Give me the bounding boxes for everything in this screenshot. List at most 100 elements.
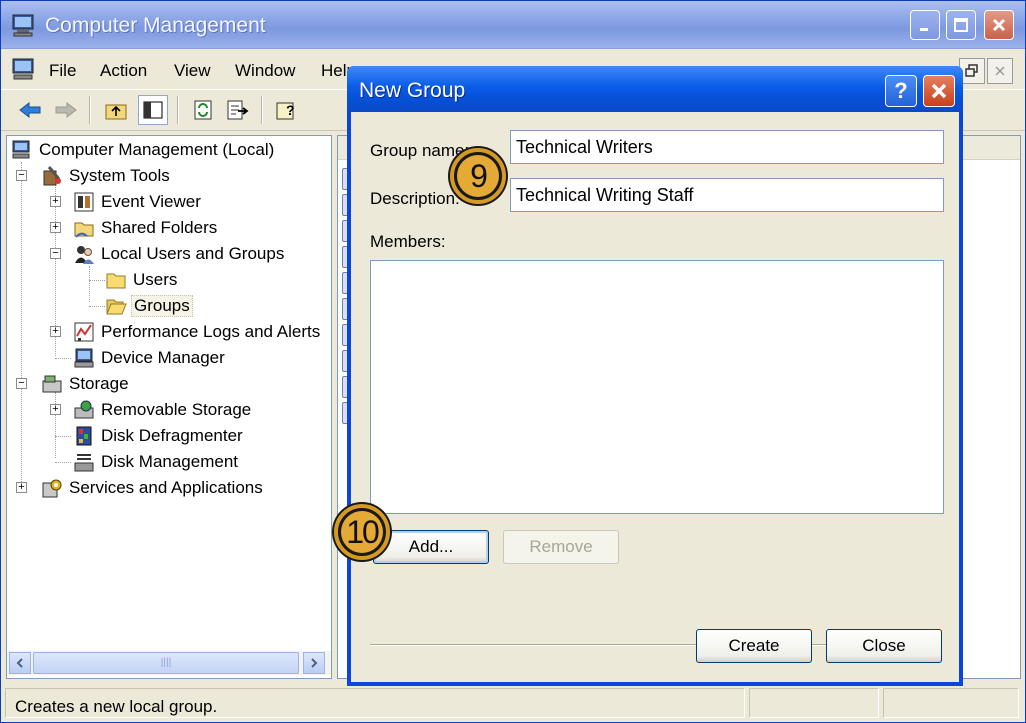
toolbar-separator: [261, 96, 263, 124]
back-button[interactable]: [15, 95, 45, 125]
tree-item-system-tools[interactable]: System Tools: [41, 164, 172, 188]
dialog-body: Group name: Technical Writers Descriptio…: [351, 112, 959, 682]
restore-icon: [965, 64, 978, 77]
toolbar-separator: [177, 96, 179, 124]
menu-window[interactable]: Window: [235, 61, 295, 81]
tree-item-services-applications[interactable]: Services and Applications: [41, 476, 265, 500]
selected-tree-label: Groups: [131, 295, 193, 317]
step-9-callout: 9: [450, 148, 506, 204]
minimize-button[interactable]: [910, 10, 940, 40]
mmc-icon: [11, 57, 37, 86]
new-group-dialog: New Group ? Group name: Technical Writer…: [347, 66, 963, 686]
tree-item-event-viewer[interactable]: Event Viewer: [73, 190, 203, 214]
scroll-left-button[interactable]: [9, 652, 31, 674]
computer-icon: [12, 140, 30, 159]
event-viewer-icon: [74, 192, 94, 212]
folder-icon: [106, 273, 126, 289]
tree-item-device-manager[interactable]: Device Manager: [73, 346, 227, 370]
remove-button[interactable]: Remove: [503, 530, 619, 564]
tree-horizontal-scrollbar[interactable]: ||||: [7, 651, 331, 675]
tree-item-users[interactable]: Users: [105, 268, 179, 292]
tree-item-performance-logs[interactable]: Performance Logs and Alerts: [73, 320, 322, 344]
expand-toggle[interactable]: +: [50, 196, 61, 207]
svg-text:?: ?: [286, 102, 295, 118]
scrollbar-thumb[interactable]: ||||: [33, 652, 299, 674]
group-name-label: Group name:: [370, 141, 470, 160]
tree-item-root[interactable]: Computer Management (Local): [11, 138, 276, 162]
collapse-toggle[interactable]: −: [16, 170, 27, 181]
description-label: Description:: [370, 189, 460, 208]
close-dialog-button[interactable]: Close: [826, 629, 942, 663]
step-10-callout: 10: [334, 504, 390, 560]
services-applications-icon: [42, 479, 62, 498]
scroll-right-button[interactable]: [303, 652, 325, 674]
expand-toggle[interactable]: +: [50, 404, 61, 415]
close-button[interactable]: [984, 10, 1014, 40]
refresh-button[interactable]: [188, 95, 218, 125]
back-arrow-icon: [19, 101, 41, 119]
dialog-help-button[interactable]: ?: [885, 75, 917, 107]
tree-item-storage[interactable]: Storage: [41, 372, 131, 396]
menu-file[interactable]: File: [49, 61, 76, 81]
forward-button[interactable]: [51, 95, 81, 125]
console-tree[interactable]: Computer Management (Local) − System Too…: [6, 135, 332, 679]
title-bar[interactable]: Computer Management: [1, 1, 1025, 49]
chevron-right-icon: [311, 658, 318, 668]
tree-item-removable-storage[interactable]: Removable Storage: [73, 398, 253, 422]
expand-toggle[interactable]: +: [50, 326, 61, 337]
users-groups-icon: [75, 246, 94, 264]
close-icon: [995, 66, 1005, 76]
status-panel-main: Creates a new local group.: [5, 688, 745, 718]
help-button[interactable]: ?: [272, 95, 302, 125]
mdi-close-button[interactable]: [987, 58, 1013, 84]
performance-logs-icon: [74, 322, 94, 342]
shared-folder-icon: [74, 222, 94, 238]
menu-view[interactable]: View: [174, 61, 211, 81]
removable-storage-icon: [74, 400, 94, 419]
tree-item-disk-defragmenter[interactable]: Disk Defragmenter: [73, 424, 245, 448]
maximize-button[interactable]: [946, 10, 976, 40]
export-list-button[interactable]: [223, 95, 253, 125]
status-bar: Creates a new local group.: [1, 684, 1025, 722]
members-list[interactable]: [370, 260, 944, 514]
status-panel: [883, 688, 1019, 718]
folder-up-icon: [105, 104, 127, 120]
disk-management-icon: [74, 454, 94, 472]
expand-toggle[interactable]: +: [50, 222, 61, 233]
close-icon: [992, 18, 1006, 32]
computer-management-icon: [11, 13, 37, 42]
create-button[interactable]: Create: [696, 629, 812, 663]
toolbar-separator: [89, 96, 91, 124]
collapse-toggle[interactable]: −: [50, 248, 61, 259]
dialog-title-bar[interactable]: New Group ?: [347, 66, 963, 112]
add-button[interactable]: Add...: [373, 530, 489, 564]
dialog-title: New Group: [359, 79, 466, 102]
up-one-level-button[interactable]: [101, 95, 131, 125]
system-tools-icon: [43, 166, 61, 186]
description-input[interactable]: Technical Writing Staff: [510, 178, 944, 212]
status-panel: [749, 688, 879, 718]
storage-icon: [42, 375, 62, 393]
disk-defragmenter-icon: [76, 426, 92, 446]
tree-item-local-users-groups[interactable]: Local Users and Groups: [73, 242, 286, 266]
minimize-icon: [920, 28, 928, 31]
device-manager-icon: [74, 348, 94, 368]
status-text: Creates a new local group.: [15, 697, 218, 716]
dialog-close-button[interactable]: [923, 75, 955, 107]
menu-action[interactable]: Action: [100, 61, 147, 81]
group-name-input[interactable]: Technical Writers: [510, 130, 944, 164]
help-icon: ?: [276, 102, 295, 120]
export-list-icon: [227, 100, 249, 120]
show-hide-tree-button[interactable]: [138, 95, 168, 125]
open-folder-icon: [106, 299, 127, 315]
tree-item-disk-management[interactable]: Disk Management: [73, 450, 240, 474]
chevron-left-icon: [16, 658, 23, 668]
expand-toggle[interactable]: +: [16, 482, 27, 493]
maximize-icon: [954, 18, 968, 32]
tree-item-groups[interactable]: Groups: [105, 294, 193, 318]
question-mark-icon: ?: [894, 78, 908, 103]
tree-item-shared-folders[interactable]: Shared Folders: [73, 216, 219, 240]
close-icon: [931, 83, 947, 99]
members-label: Members:: [370, 232, 446, 251]
collapse-toggle[interactable]: −: [16, 378, 27, 389]
